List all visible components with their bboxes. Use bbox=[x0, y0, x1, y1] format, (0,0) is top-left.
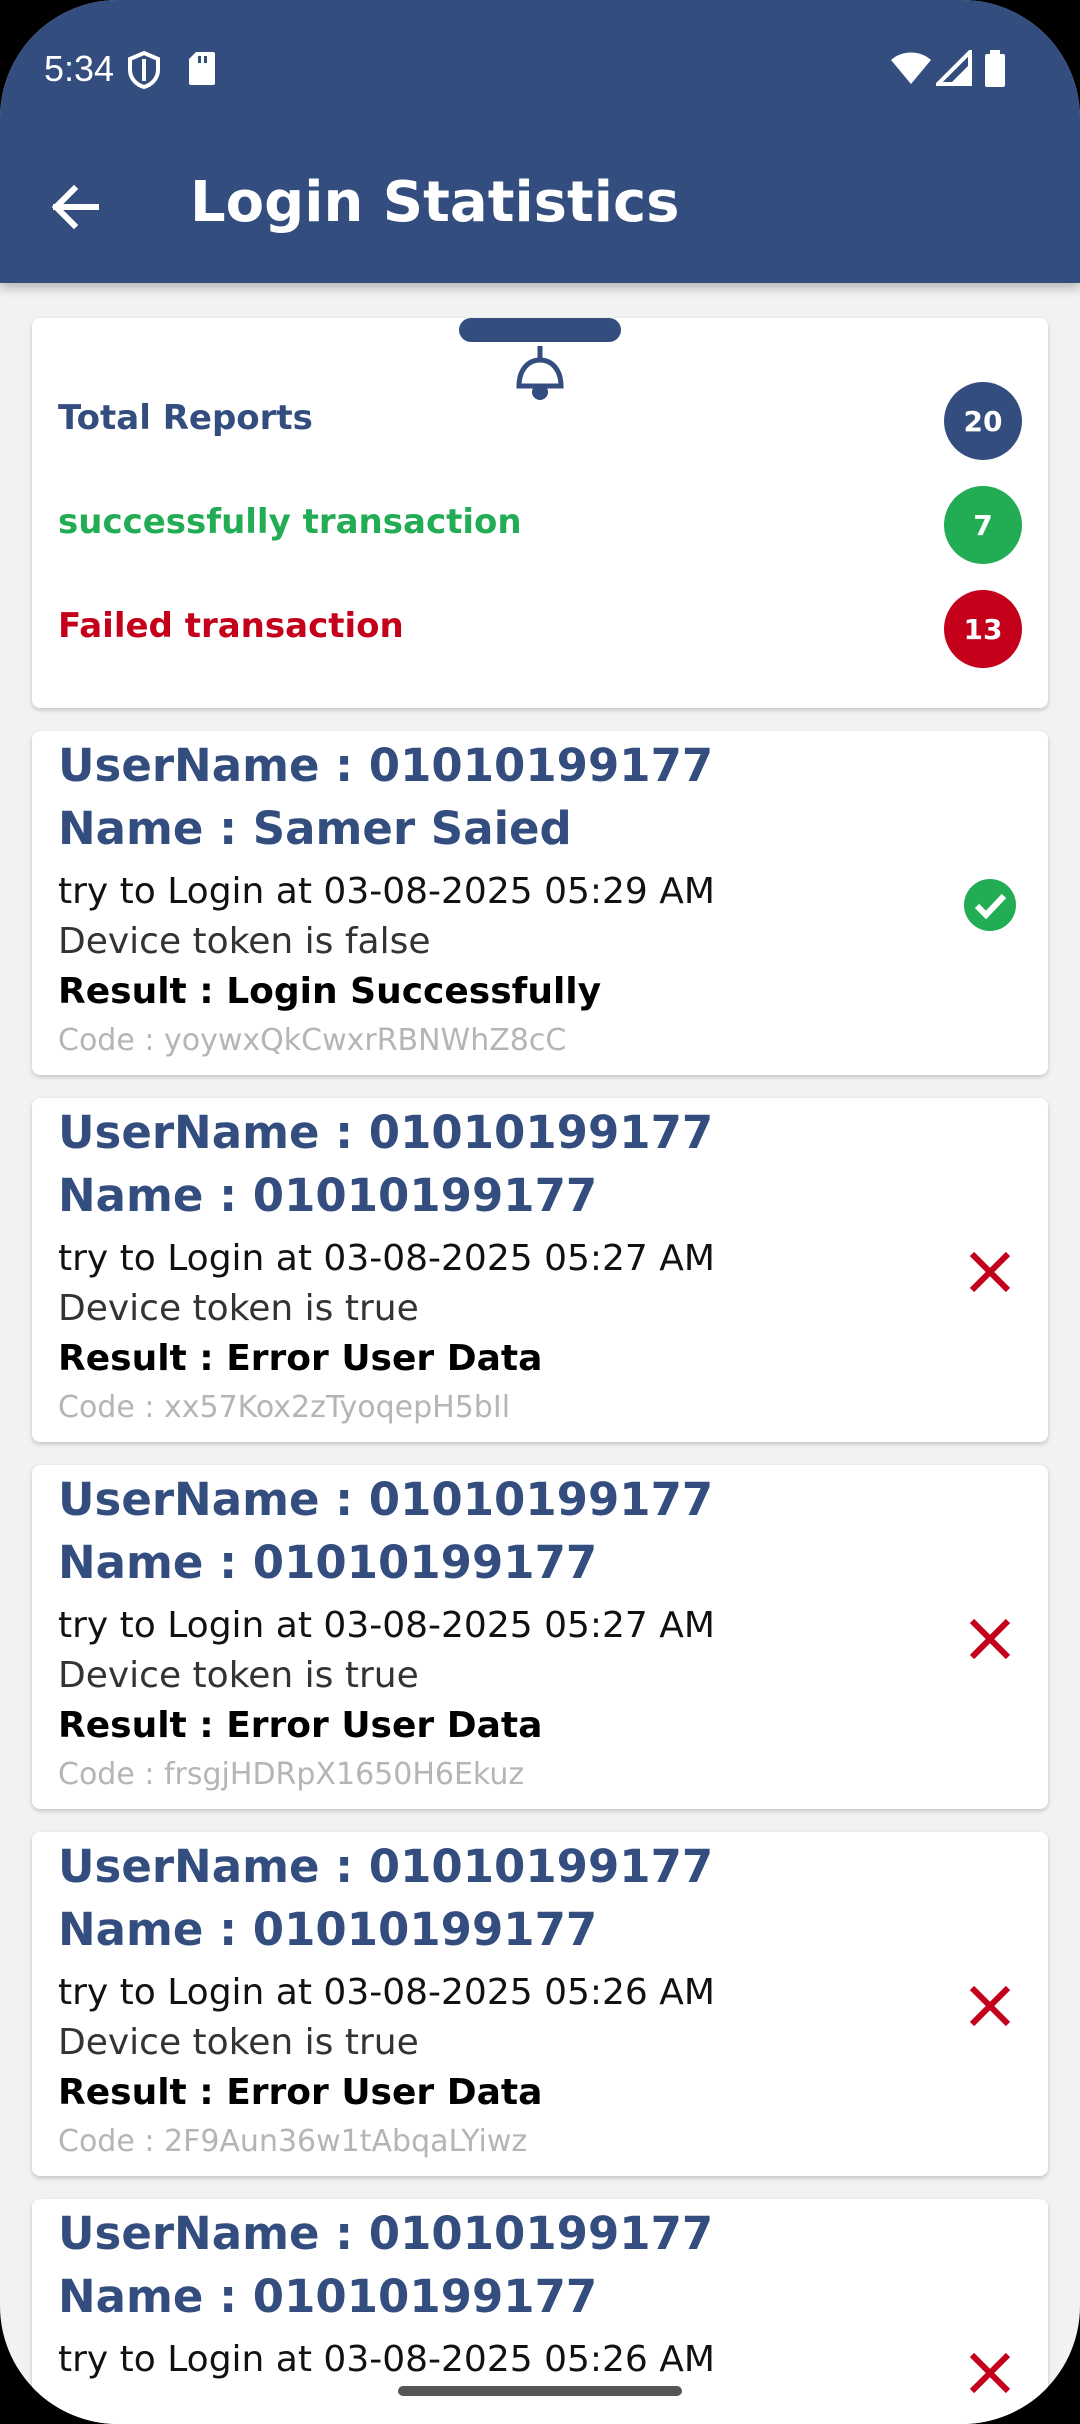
success-badge: 7 bbox=[944, 486, 1022, 564]
success-label: successfully transaction bbox=[58, 502, 522, 542]
report-username: UserName : 01010199177 bbox=[58, 1473, 714, 1526]
report-name: Name : 01010199177 bbox=[58, 1903, 598, 1956]
report-username: UserName : 01010199177 bbox=[58, 1840, 714, 1893]
report-username: UserName : 01010199177 bbox=[58, 739, 714, 792]
status-time: 5:34 bbox=[44, 48, 115, 89]
summary-card: Total Reports 20 successfully transactio… bbox=[32, 318, 1048, 708]
report-token: Device token is true bbox=[58, 1655, 419, 1696]
report-username: UserName : 01010199177 bbox=[58, 2207, 714, 2260]
report-time: try to Login at 03-08-2025 05:29 AM bbox=[58, 871, 715, 912]
report-name: Name : 01010199177 bbox=[58, 1169, 598, 1222]
failed-label: Failed transaction bbox=[58, 606, 404, 646]
failed-badge: 13 bbox=[944, 590, 1022, 668]
total-reports-badge: 20 bbox=[944, 382, 1022, 460]
wifi-icon bbox=[891, 52, 931, 84]
page-title: Login Statistics bbox=[190, 170, 680, 235]
report-token: Device token is true bbox=[58, 2022, 419, 2063]
report-code: Code : xx57Kox2zTyoqepH5bIl bbox=[58, 1390, 511, 1425]
total-reports-label: Total Reports bbox=[58, 398, 313, 438]
close-icon bbox=[969, 1251, 1011, 1293]
report-time: try to Login at 03-08-2025 05:27 AM bbox=[58, 1238, 715, 1279]
report-code: Code : yoywxQkCwxrRBNWhZ8cC bbox=[58, 1023, 567, 1058]
report-time: try to Login at 03-08-2025 05:26 AM bbox=[58, 2339, 715, 2380]
close-icon bbox=[969, 1985, 1011, 2027]
back-arrow-icon[interactable] bbox=[40, 172, 110, 242]
report-card[interactable]: UserName : 01010199177 Name : Samer Saie… bbox=[32, 731, 1048, 1075]
summary-total-row: Total Reports 20 bbox=[58, 380, 1022, 460]
report-name: Name : 01010199177 bbox=[58, 2270, 598, 2323]
report-time: try to Login at 03-08-2025 05:26 AM bbox=[58, 1972, 715, 2013]
sd-card-icon bbox=[189, 52, 215, 85]
summary-success-row: successfully transaction 7 bbox=[58, 484, 1022, 564]
report-code: Code : 2F9Aun36w1tAbqaLYiwz bbox=[58, 2124, 528, 2159]
report-result: Result : Error User Data bbox=[58, 2072, 543, 2113]
gesture-nav-bar[interactable] bbox=[398, 2386, 682, 2396]
status-bar: 5:34 bbox=[0, 40, 1080, 100]
app-bar: 5:34 Login Statistics bbox=[0, 0, 1080, 283]
report-card[interactable]: UserName : 01010199177 Name : 0101019917… bbox=[32, 1832, 1048, 2176]
summary-failed-row: Failed transaction 13 bbox=[58, 588, 1022, 668]
battery-icon bbox=[985, 50, 1005, 87]
report-username: UserName : 01010199177 bbox=[58, 1106, 714, 1159]
report-token: Device token is false bbox=[58, 921, 431, 962]
report-result: Result : Error User Data bbox=[58, 1338, 543, 1379]
report-name: Name : 01010199177 bbox=[58, 1536, 598, 1589]
shield-icon bbox=[128, 50, 160, 90]
signal-icon bbox=[936, 50, 972, 86]
report-name: Name : Samer Saied bbox=[58, 802, 572, 855]
report-token: Device token is true bbox=[58, 1288, 419, 1329]
report-card[interactable]: UserName : 01010199177 Name : 0101019917… bbox=[32, 1098, 1048, 1442]
report-code: Code : frsgjHDRpX1650H6Ekuz bbox=[58, 1757, 525, 1792]
card-handle bbox=[459, 318, 621, 342]
screen: 5:34 Login Statistics Total Reports 20 s… bbox=[0, 0, 1080, 2424]
report-result: Result : Error User Data bbox=[58, 1705, 543, 1746]
report-time: try to Login at 03-08-2025 05:27 AM bbox=[58, 1605, 715, 1646]
close-icon bbox=[969, 1618, 1011, 1660]
report-card[interactable]: UserName : 01010199177 Name : 0101019917… bbox=[32, 1465, 1048, 1809]
close-icon bbox=[969, 2352, 1011, 2394]
report-result: Result : Login Successfully bbox=[58, 971, 602, 1012]
check-circle-icon bbox=[964, 879, 1016, 931]
